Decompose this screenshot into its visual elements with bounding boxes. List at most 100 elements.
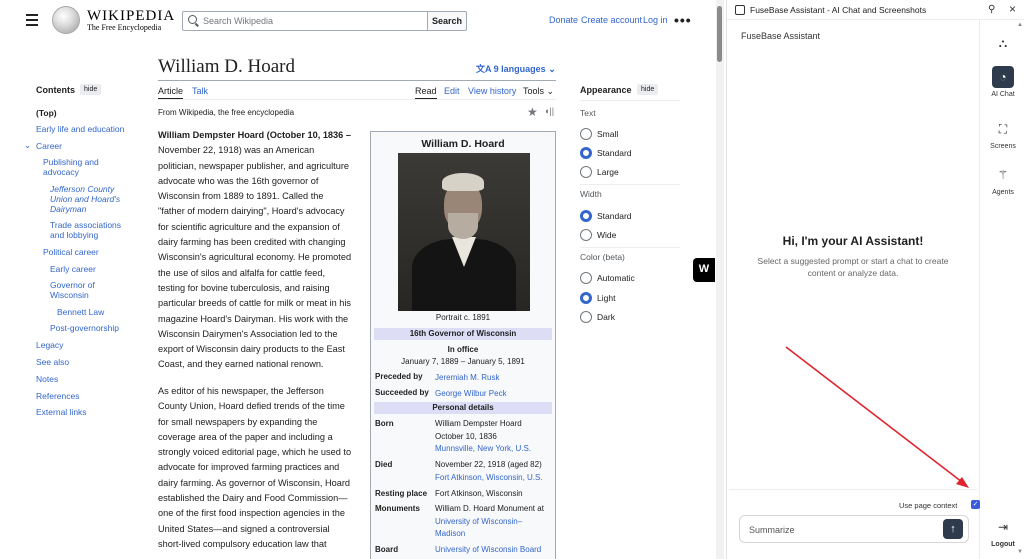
toc-item[interactable]: Union and Hoard's bbox=[50, 194, 120, 204]
radio-large[interactable] bbox=[580, 166, 592, 178]
tools-label: Tools bbox=[523, 86, 545, 96]
pin-icon[interactable]: ⚲ bbox=[988, 4, 995, 15]
toc-item[interactable]: Trade associations bbox=[50, 220, 121, 230]
tab-view-history[interactable]: View history bbox=[468, 86, 516, 96]
toc-item[interactable]: Career bbox=[36, 141, 62, 151]
portrait-image[interactable] bbox=[398, 153, 530, 311]
wikipedia-globe-logo[interactable] bbox=[52, 6, 80, 34]
radio-wide[interactable] bbox=[580, 229, 592, 241]
text-line: County Union, Hoard defied trends of the… bbox=[158, 401, 345, 412]
portrait-beard bbox=[448, 213, 478, 239]
infobox-title: William D. Hoard bbox=[421, 138, 505, 150]
create-account-link[interactable]: Create account bbox=[581, 15, 642, 25]
greeting-subtitle: Select a suggested prompt or start a cha… bbox=[757, 256, 949, 278]
toc-item[interactable]: Political career bbox=[43, 247, 99, 257]
scrollbar-thumb[interactable] bbox=[717, 6, 722, 62]
toc-item[interactable]: (Top) bbox=[36, 108, 57, 118]
died-date: November 22, 1918 (aged 82) bbox=[435, 460, 542, 469]
workspace-icon[interactable]: ⛬ bbox=[980, 32, 1024, 57]
panel-rail: ⛬ ◔ AI Chat ⛶ Screens ⚚ Agents ⇥ Logout bbox=[979, 20, 1024, 559]
appearance-divider bbox=[580, 100, 680, 101]
chat-input[interactable]: Summarize bbox=[739, 515, 969, 543]
toc-item[interactable]: Early career bbox=[50, 264, 96, 274]
toc-item[interactable]: advocacy bbox=[43, 167, 79, 177]
greeting-title: Hi, I'm your AI Assistant! bbox=[782, 234, 924, 248]
toc-item[interactable]: See also bbox=[36, 357, 69, 367]
toc-hide-button[interactable]: hide bbox=[80, 84, 102, 95]
toc-item[interactable]: Publishing and bbox=[43, 157, 99, 167]
toc-item[interactable]: References bbox=[36, 391, 79, 401]
toc-item[interactable]: Legacy bbox=[36, 340, 63, 350]
toc-item[interactable]: Notes bbox=[36, 374, 58, 384]
login-link[interactable]: Log in bbox=[643, 15, 668, 25]
radio-light[interactable] bbox=[580, 292, 592, 304]
second-paragraph: As editor of his newspaper, the Jefferso… bbox=[158, 384, 364, 552]
radio-small[interactable] bbox=[580, 128, 592, 140]
radio-label: Dark bbox=[597, 312, 615, 322]
monument-text: William D. Hoard Monument at bbox=[435, 504, 544, 513]
donate-link[interactable]: Donate bbox=[549, 15, 578, 25]
screenshot-icon: ⛶ bbox=[998, 122, 1008, 136]
radio-label: Light bbox=[597, 293, 616, 303]
preceded-link[interactable]: Jeremiah M. Rusk bbox=[435, 372, 499, 385]
office-band[interactable]: 16th Governor of Wisconsin bbox=[374, 328, 552, 340]
resting-value: Fort Atkinson, Wisconsin bbox=[435, 489, 523, 498]
scroll-up-arrow[interactable]: ▲ bbox=[1017, 22, 1023, 28]
monument-link[interactable]: University of Wisconsin– bbox=[435, 516, 544, 529]
toc-item[interactable]: Dairyman bbox=[50, 204, 86, 214]
tab-article[interactable]: Article bbox=[158, 86, 184, 100]
toc-item[interactable]: Jefferson County bbox=[50, 184, 114, 194]
close-icon[interactable]: × bbox=[1009, 2, 1016, 16]
scroll-down-arrow[interactable]: ▼ bbox=[1017, 549, 1023, 555]
text-line: Coast, and they earned national renown. bbox=[158, 359, 324, 370]
toc-item[interactable]: External links bbox=[36, 407, 87, 417]
fusebase-launcher-icon[interactable]: W bbox=[693, 258, 715, 282]
term-dates: January 7, 1889 – January 5, 1891 bbox=[401, 357, 525, 366]
text-line: Wisconsin from 1889 to 1891. Called the bbox=[158, 191, 324, 202]
radio-label: Standard bbox=[597, 211, 632, 221]
tab-read[interactable]: Read bbox=[415, 86, 437, 100]
chevron-down-icon[interactable]: ⌄ bbox=[24, 140, 31, 150]
succeeded-link[interactable]: George Wilbur Peck bbox=[435, 388, 507, 401]
radio-automatic[interactable] bbox=[580, 272, 592, 284]
monument-link[interactable]: Madison bbox=[435, 528, 544, 541]
tools-menu[interactable]: Tools ⌄ bbox=[523, 86, 554, 97]
rail-label: Agents bbox=[992, 189, 1014, 196]
magic-wand-icon: ⚚ bbox=[997, 168, 1009, 182]
width-heading: Width bbox=[580, 189, 602, 199]
rail-agents[interactable]: ⚚ Agents bbox=[980, 164, 1024, 196]
page-scrollbar[interactable] bbox=[716, 0, 724, 559]
search-input[interactable]: Search Wikipedia bbox=[182, 11, 428, 31]
toc-title: Contents bbox=[36, 85, 75, 95]
radio-standard[interactable] bbox=[580, 147, 592, 159]
search-button[interactable]: Search bbox=[427, 11, 467, 31]
tagline-from: From Wikipedia, the free encyclopedia bbox=[158, 108, 295, 117]
toc-item[interactable]: and lobbying bbox=[50, 230, 98, 240]
text-line: advocate who was the 16th governor of bbox=[158, 175, 319, 186]
tab-talk[interactable]: Talk bbox=[192, 86, 208, 96]
language-button[interactable]: 文A 9 languages ⌄ bbox=[476, 62, 556, 75]
toc-item[interactable]: Post-governorship bbox=[50, 323, 119, 333]
more-options-icon[interactable]: ••• bbox=[674, 12, 692, 28]
rail-ai-chat[interactable]: ◔ AI Chat bbox=[980, 66, 1024, 98]
toc-item[interactable]: Early life and education bbox=[36, 124, 124, 134]
listen-icon[interactable]: ◖|| bbox=[544, 106, 554, 116]
died-place-link[interactable]: Fort Atkinson, Wisconsin, U.S. bbox=[435, 472, 543, 485]
main-menu-icon[interactable] bbox=[26, 14, 38, 26]
rail-screens[interactable]: ⛶ Screens bbox=[980, 118, 1024, 150]
toc-item[interactable]: Wisconsin bbox=[50, 290, 89, 300]
send-button[interactable]: ↑ bbox=[943, 519, 963, 539]
tab-edit[interactable]: Edit bbox=[444, 86, 460, 96]
star-icon[interactable]: ★ bbox=[527, 105, 538, 119]
radio-dark[interactable] bbox=[580, 311, 592, 323]
appearance-hide-button[interactable]: hide bbox=[637, 84, 659, 95]
radio-width-standard[interactable] bbox=[580, 210, 592, 222]
toc-item[interactable]: Governor of bbox=[50, 280, 95, 290]
toc-item[interactable]: Bennett Law bbox=[57, 307, 104, 317]
born-place-link[interactable]: Munnsville, New York, U.S. bbox=[435, 443, 531, 456]
use-page-context-checkbox[interactable]: ✓ bbox=[971, 500, 980, 509]
rail-logout[interactable]: ⇥ Logout bbox=[980, 516, 1024, 548]
portrait-hair bbox=[442, 173, 484, 191]
board-link[interactable]: University of Wisconsin Board bbox=[435, 544, 541, 557]
panel-subtitle: FuseBase Assistant bbox=[741, 31, 821, 41]
